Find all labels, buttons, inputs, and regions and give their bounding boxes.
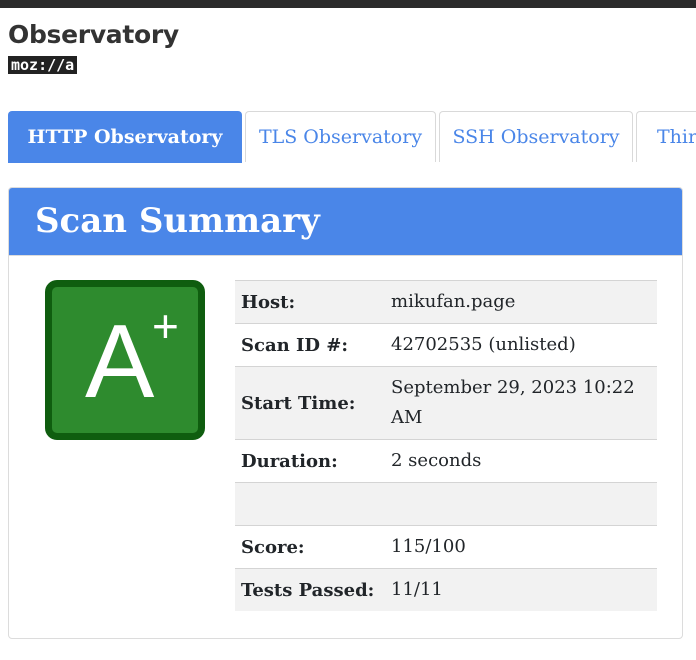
duration-value: 2 seconds [384, 439, 657, 483]
tab-http-observatory[interactable]: HTTP Observatory [8, 111, 242, 163]
table-row: Start Time: September 29, 2023 10:22 AM [235, 366, 657, 440]
grade-letter: A [85, 304, 155, 420]
score-label: Score: [235, 525, 384, 569]
table-row: Scan ID #: 42702535 (unlisted) [235, 323, 657, 367]
mozilla-logo[interactable]: moz://a [8, 56, 78, 74]
table-row: Tests Passed: 11/11 [235, 568, 657, 611]
table-row: Score: 115/100 [235, 525, 657, 569]
scan-summary-header: Scan Summary [9, 188, 682, 256]
site-title[interactable]: Observatory [8, 18, 179, 52]
grade-badge: A + [45, 280, 205, 440]
table-row [235, 482, 657, 526]
scan-summary-title: Scan Summary [35, 201, 320, 241]
tab-third-party-tests[interactable]: Third-party Tests [636, 111, 696, 162]
start-time-label: Start Time: [235, 366, 384, 440]
scan-id-label: Scan ID #: [235, 323, 384, 367]
tests-passed-label: Tests Passed: [235, 568, 384, 611]
top-bar [0, 0, 696, 8]
grade-modifier: + [152, 300, 179, 352]
table-row: Host: mikufan.page [235, 280, 657, 324]
blank-label [235, 482, 384, 526]
tab-tls-observatory[interactable]: TLS Observatory [245, 111, 436, 162]
tab-ssh-observatory[interactable]: SSH Observatory [439, 111, 633, 162]
host-value: mikufan.page [384, 280, 657, 324]
scan-summary-table: Host: mikufan.page Scan ID #: 42702535 (… [235, 280, 657, 611]
blank-value [384, 482, 657, 526]
host-label: Host: [235, 280, 384, 324]
score-value: 115/100 [384, 525, 657, 569]
scan-summary-card: Scan Summary A + Host: mikufan.page Scan… [8, 187, 683, 639]
duration-label: Duration: [235, 439, 384, 483]
observatory-tabs: HTTP Observatory TLS Observatory SSH Obs… [0, 111, 696, 163]
scan-id-value: 42702535 (unlisted) [384, 323, 657, 367]
table-row: Duration: 2 seconds [235, 439, 657, 483]
tests-passed-value: 11/11 [384, 568, 657, 611]
start-time-value: September 29, 2023 10:22 AM [384, 366, 657, 440]
